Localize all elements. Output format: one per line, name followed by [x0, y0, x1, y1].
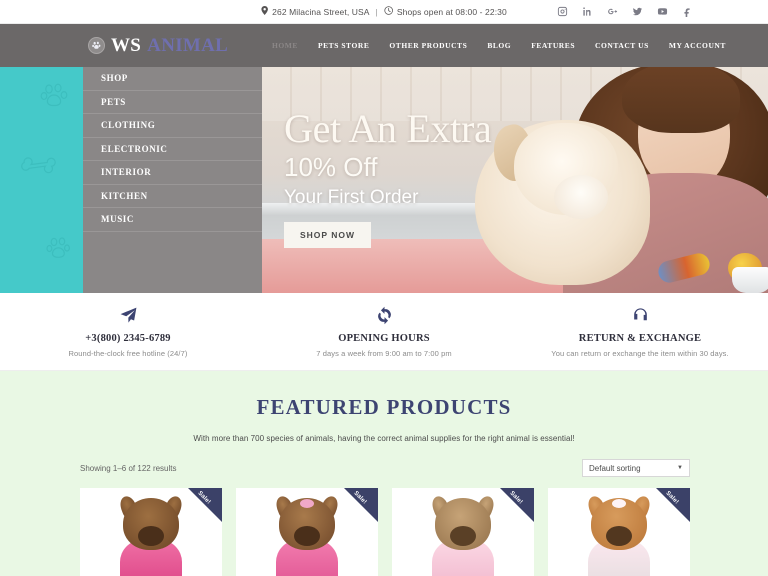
refresh-icon — [256, 303, 512, 327]
hero-tagline: Your First Order — [284, 186, 419, 208]
shop-now-button[interactable]: SHOP NOW — [284, 222, 372, 249]
paw-watermark-icon — [46, 237, 71, 258]
nav-item-features[interactable]: FEATURES — [521, 27, 585, 64]
service-title: RETURN & EXCHANGE — [578, 333, 702, 344]
sidebar-item-clothing[interactable]: CLOTHING — [83, 114, 262, 138]
nav-item-my-account[interactable]: MY ACCOUNT — [659, 27, 736, 64]
nav-item-pets-store[interactable]: PETS STORE — [308, 27, 379, 64]
instagram-icon[interactable] — [557, 6, 568, 17]
section-subtitle: With more than 700 species of animals, h… — [193, 434, 575, 443]
hours-text: Shops open at 08:00 - 22:30 — [396, 6, 507, 17]
twitter-icon[interactable] — [632, 6, 643, 17]
nav-item-home[interactable]: HOME — [262, 27, 308, 64]
sort-dropdown[interactable]: Default sorting ▼ — [582, 459, 690, 477]
top-bar: 262 Milacina Street, USA | Shops open at… — [0, 0, 768, 24]
address-text: 262 Milacina Street, USA — [272, 6, 370, 17]
service-title: OPENING HOURS — [338, 333, 430, 344]
hero-section: SHOP PETS CLOTHING ELECTRONIC INTERIOR K… — [0, 67, 768, 293]
sidebar-item-electronic[interactable]: ELECTRONIC — [83, 138, 262, 161]
bone-watermark-icon — [21, 157, 56, 174]
results-count: Showing 1–6 of 122 results — [80, 463, 177, 473]
service-title: +3(800) 2345-6789 — [85, 333, 171, 344]
sidebar-item-shop[interactable]: SHOP — [83, 67, 262, 91]
googleplus-icon[interactable] — [607, 6, 618, 17]
main-navigation: HOME PETS STORE OTHER PRODUCTS BLOG FEAT… — [262, 27, 736, 64]
section-title: FEATURED PRODUCTS — [256, 395, 512, 419]
site-logo[interactable]: WS ANIMAL — [88, 35, 228, 57]
social-links — [557, 6, 693, 17]
product-card[interactable]: Sale! — [548, 488, 690, 576]
chevron-down-icon: ▼ — [677, 465, 683, 471]
topbar-separator: | — [375, 6, 378, 17]
hero-headline: Get An Extra — [284, 106, 492, 151]
site-header: WS ANIMAL HOME PETS STORE OTHER PRODUCTS… — [0, 24, 768, 67]
services-bar: +3(800) 2345-6789 Round-the-clock free h… — [0, 293, 768, 371]
sidebar-item-interior[interactable]: INTERIOR — [83, 161, 262, 185]
paw-circle-icon — [88, 37, 105, 54]
sidebar-item-pets[interactable]: PETS — [83, 91, 262, 114]
nav-item-blog[interactable]: BLOG — [477, 27, 521, 64]
service-opening-hours: OPENING HOURS 7 days a week from 9:00 am… — [256, 299, 512, 358]
service-subtitle: 7 days a week from 9:00 am to 7:00 pm — [316, 349, 452, 358]
linkedin-icon[interactable] — [582, 6, 593, 17]
sidebar-item-music[interactable]: MUSIC — [83, 208, 262, 232]
sale-ribbon — [188, 488, 222, 522]
nav-item-other-products[interactable]: OTHER PRODUCTS — [379, 27, 477, 64]
hero-subheadline: 10% Off — [284, 152, 378, 182]
youtube-icon[interactable] — [657, 6, 668, 17]
service-subtitle: Round-the-clock free hotline (24/7) — [68, 349, 188, 358]
facebook-icon[interactable] — [682, 6, 693, 17]
sale-ribbon — [344, 488, 378, 522]
logo-secondary-text: ANIMAL — [147, 34, 229, 56]
sale-ribbon — [500, 488, 534, 522]
featured-products-section: FEATURED PRODUCTS With more than 700 spe… — [0, 371, 768, 576]
sidebar-item-kitchen[interactable]: KITCHEN — [83, 185, 262, 208]
nav-item-contact-us[interactable]: CONTACT US — [585, 27, 659, 64]
service-return-exchange: RETURN & EXCHANGE You can return or exch… — [512, 299, 768, 358]
product-card[interactable]: Sale! — [392, 488, 534, 576]
product-grid: Sale! Sale! Sale! Sale! — [0, 488, 768, 576]
results-toolbar: Showing 1–6 of 122 results Default sorti… — [0, 459, 768, 477]
sale-ribbon — [656, 488, 690, 522]
top-bar-info: 262 Milacina Street, USA | Shops open at… — [261, 6, 507, 17]
hero-slider[interactable]: Get An Extra 10% Off Your First Order SH… — [262, 67, 768, 293]
logo-primary-text: WS — [111, 34, 142, 56]
category-sidebar: SHOP PETS CLOTHING ELECTRONIC INTERIOR K… — [83, 67, 262, 293]
service-hotline: +3(800) 2345-6789 Round-the-clock free h… — [0, 299, 256, 358]
clock-icon — [384, 6, 393, 17]
paw-watermark-icon — [40, 83, 68, 107]
map-pin-icon — [261, 6, 268, 17]
headphones-icon — [512, 303, 768, 327]
hero-copy: Get An Extra 10% Off Your First Order SH… — [284, 106, 492, 249]
decorative-teal-panel — [0, 67, 83, 293]
product-card[interactable]: Sale! — [236, 488, 378, 576]
paper-plane-icon — [0, 303, 256, 327]
product-card[interactable]: Sale! — [80, 488, 222, 576]
service-subtitle: You can return or exchange the item with… — [551, 349, 729, 358]
sort-selected-value: Default sorting — [589, 463, 641, 473]
